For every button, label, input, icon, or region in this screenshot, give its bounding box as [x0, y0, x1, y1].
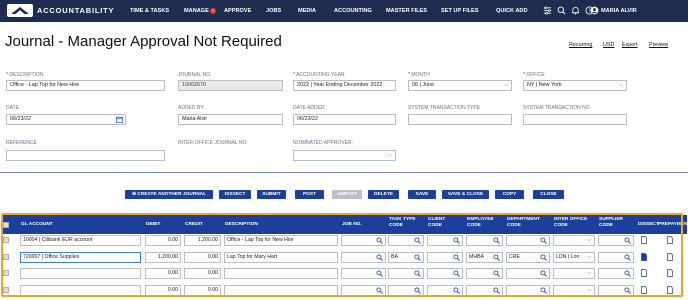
dissect-button[interactable]: DISSECT: [219, 190, 251, 199]
currency-link[interactable]: USD: [603, 42, 614, 48]
chevron-down-icon: ⌵: [504, 82, 508, 88]
nav-accounting[interactable]: ACCOUNTING: [334, 8, 372, 14]
description-input[interactable]: Office - Lap Top for New Hire: [6, 80, 165, 91]
delete-button[interactable]: DELETE: [368, 190, 399, 199]
sliders-icon[interactable]: [543, 6, 552, 15]
top-navigation-bar: ACCOUNTABILITY TIME & TASKS MANAGE ! APP…: [0, 0, 688, 22]
user-name[interactable]: MARIA ALVIR: [601, 8, 637, 14]
manage-alert-badge: !: [210, 8, 216, 14]
nav-set-up-files[interactable]: SET UP FILES: [441, 8, 479, 14]
nav-media[interactable]: MEDIA: [298, 8, 316, 14]
save-and-close-button[interactable]: SAVE & CLOSE: [442, 190, 489, 199]
system-transaction-type-field: [408, 114, 512, 125]
nav-quick-add[interactable]: QUICK ADD: [496, 8, 528, 14]
create-another-journal-button[interactable]: ⊕ CREATE ANOTHER JOURNAL: [125, 190, 213, 199]
search-icon[interactable]: [557, 6, 566, 15]
office-select[interactable]: NY | New York ⌵: [523, 80, 627, 91]
date-value: 06/23/22: [10, 116, 31, 122]
description-label: * DESCRIPTION: [6, 72, 44, 78]
user-avatar-icon[interactable]: [590, 6, 599, 15]
date-label: DATE: [6, 105, 19, 111]
logo-icon: [7, 4, 33, 17]
month-label: * MONTH: [408, 72, 430, 78]
logo-text: ACCOUNTABILITY: [37, 6, 115, 15]
section-divider: [0, 172, 688, 173]
date-input[interactable]: 06/23/22: [6, 114, 126, 125]
office-label: * OFFICE: [523, 72, 545, 78]
date-added-label: DATE ADDED: [293, 105, 325, 111]
highlight-frame: [1, 213, 683, 297]
post-button[interactable]: POST: [295, 190, 324, 199]
recurring-link[interactable]: Recurring: [569, 42, 592, 48]
preview-link[interactable]: Preview: [649, 42, 668, 48]
accounting-year-input[interactable]: 2022 | Year Ending December 2022: [293, 80, 396, 91]
nominated-approver-label: NOMINATED APPROVER:: [293, 140, 353, 146]
inter-office-journal-no-label: INTER-OFFICE JOURNAL NO.: [178, 140, 248, 146]
page-title: Journal - Manager Approval Not Required: [5, 33, 282, 50]
nav-approve[interactable]: APPROVE: [224, 8, 251, 14]
accounting-year-label: * ACCOUNTING YEAR: [293, 72, 345, 78]
journal-no-field: 10002670: [178, 80, 283, 91]
system-transaction-no-field: [523, 114, 627, 125]
journal-no-label: JOURNAL NO.: [178, 72, 212, 78]
copy-button[interactable]: COPY: [495, 190, 524, 199]
unpost-button[interactable]: UNPOST: [332, 190, 362, 199]
export-link[interactable]: Export: [622, 42, 638, 48]
month-select[interactable]: 06 | June ⌵: [408, 80, 512, 91]
nav-manage[interactable]: MANAGE: [184, 8, 209, 14]
added-by-field: Maria Alvir: [178, 114, 283, 125]
nav-time-tasks[interactable]: TIME & TASKS: [130, 8, 169, 14]
office-value: NY | New York: [527, 82, 562, 88]
save-button[interactable]: SAVE: [408, 190, 436, 199]
month-value: 06 | June: [412, 82, 435, 88]
chevron-down-icon: ⌵: [619, 82, 623, 88]
date-added-field: 06/23/22: [293, 114, 396, 125]
nav-master-files[interactable]: MASTER FILES: [386, 8, 427, 14]
bell-icon[interactable]: [571, 6, 580, 15]
added-by-label: ADDED BY: [178, 105, 204, 111]
close-button[interactable]: CLOSE: [533, 190, 564, 199]
calendar-icon[interactable]: [116, 116, 123, 123]
system-transaction-type-label: SYSTEM TRANSACTION TYPE: [408, 105, 481, 111]
system-transaction-no-label: SYSTEM TRANSACTION NO.: [523, 105, 591, 111]
logo[interactable]: ACCOUNTABILITY: [7, 4, 114, 17]
nav-jobs[interactable]: JOBS: [266, 8, 281, 14]
submit-button[interactable]: SUBMIT: [257, 190, 286, 199]
nominated-approver-select[interactable]: ⌵: [293, 150, 396, 161]
reference-label: REFERENCE: [6, 140, 37, 146]
reference-input[interactable]: [6, 150, 165, 161]
chevron-down-icon: ⌵: [388, 152, 392, 158]
